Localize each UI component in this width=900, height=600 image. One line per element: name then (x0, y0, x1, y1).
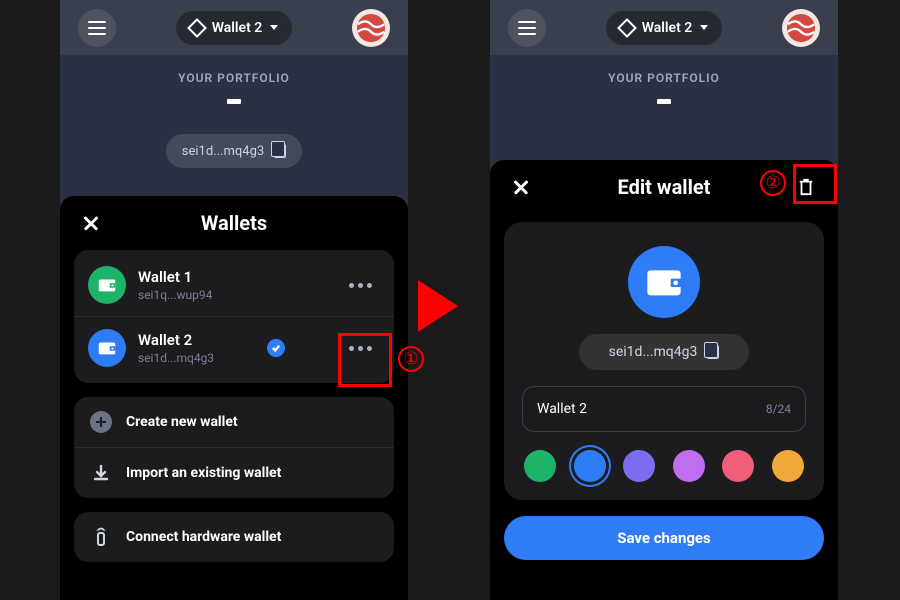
portfolio-value-placeholder (657, 99, 671, 104)
sheet-header: Edit wallet (504, 160, 824, 214)
address-pill[interactable]: sei1d...mq4g3 (579, 334, 749, 370)
tutorial-arrow-icon (418, 280, 458, 332)
wallet-row[interactable]: Wallet 1 sei1q...wup94 (74, 254, 394, 316)
wallet-more-button[interactable] (341, 275, 380, 296)
screen-wallets-list: Wallet 2 YOUR PORTFOLIO sei1d...mq4g3 Wa… (60, 0, 408, 600)
address-pill[interactable]: sei1d...mq4g3 (166, 134, 302, 168)
option-label: Connect hardware wallet (126, 529, 281, 545)
color-swatches (522, 450, 806, 482)
wallet-avatar-icon (88, 329, 126, 367)
connect-hardware-option[interactable]: Connect hardware wallet (74, 512, 394, 562)
sheet-header: Wallets (74, 196, 394, 250)
color-swatch[interactable] (722, 450, 754, 482)
diamond-icon (187, 18, 207, 38)
wallet-selector-label: Wallet 2 (212, 20, 263, 36)
hamburger-icon (88, 27, 106, 29)
delete-wallet-button[interactable] (796, 176, 816, 198)
download-icon (90, 462, 112, 484)
color-swatch[interactable] (524, 450, 556, 482)
portfolio-section: YOUR PORTFOLIO (490, 55, 838, 108)
save-label: Save changes (617, 529, 711, 547)
wallet-options-card: Create new wallet Import an existing wal… (74, 397, 394, 498)
create-wallet-option[interactable]: Create new wallet (74, 397, 394, 447)
wallet-name-value: Wallet 2 (537, 401, 587, 417)
copy-icon (707, 345, 719, 359)
option-label: Create new wallet (126, 414, 238, 430)
sheet-title: Edit wallet (504, 175, 824, 199)
import-wallet-option[interactable]: Import an existing wallet (74, 447, 394, 498)
topbar: Wallet 2 (490, 0, 838, 55)
portfolio-value-placeholder (227, 99, 241, 104)
option-label: Import an existing wallet (126, 465, 281, 481)
wallet-addr: sei1d...mq4g3 (138, 351, 214, 365)
wallet-avatar-icon (88, 266, 126, 304)
edit-card: sei1d...mq4g3 Wallet 2 8/24 (504, 222, 824, 500)
portfolio-label: YOUR PORTFOLIO (60, 71, 408, 85)
screen-edit-wallet: Wallet 2 YOUR PORTFOLIO Edit wallet sei1… (490, 0, 838, 600)
portfolio-label: YOUR PORTFOLIO (490, 71, 838, 85)
address-text: sei1d...mq4g3 (182, 144, 264, 159)
wallet-name: Wallet 1 (138, 268, 212, 286)
wallet-addr: sei1q...wup94 (138, 288, 212, 302)
char-count: 8/24 (766, 402, 791, 416)
app-logo (352, 9, 390, 47)
sheet-title: Wallets (74, 211, 394, 235)
menu-button[interactable] (508, 9, 546, 47)
wallet-selector[interactable]: Wallet 2 (176, 11, 293, 45)
hardware-option-card: Connect hardware wallet (74, 512, 394, 562)
color-swatch[interactable] (623, 450, 655, 482)
portfolio-section: YOUR PORTFOLIO sei1d...mq4g3 (60, 55, 408, 168)
wallet-more-button[interactable] (341, 338, 380, 359)
selected-check-icon (267, 339, 285, 357)
address-text: sei1d...mq4g3 (609, 344, 698, 360)
color-swatch[interactable] (574, 450, 606, 482)
copy-icon (274, 144, 286, 158)
wallet-list-card: Wallet 1 sei1q...wup94 Wallet 2 sei1d...… (74, 250, 394, 383)
chevron-down-icon (700, 25, 708, 30)
menu-button[interactable] (78, 9, 116, 47)
chevron-down-icon (270, 25, 278, 30)
wallet-row[interactable]: Wallet 2 sei1d...mq4g3 (74, 316, 394, 379)
wallet-selector-label: Wallet 2 (642, 20, 693, 36)
save-button[interactable]: Save changes (504, 516, 824, 560)
plus-icon (90, 411, 112, 433)
topbar: Wallet 2 (60, 0, 408, 55)
hamburger-icon (518, 27, 536, 29)
app-logo (782, 9, 820, 47)
close-icon[interactable] (82, 214, 100, 232)
diamond-icon (617, 18, 637, 38)
close-icon[interactable] (512, 178, 530, 196)
wallet-big-icon (628, 246, 700, 318)
wallet-name-input[interactable]: Wallet 2 8/24 (522, 386, 806, 432)
edit-wallet-sheet: Edit wallet sei1d...mq4g3 Wallet 2 8/24 (490, 160, 838, 600)
color-swatch[interactable] (673, 450, 705, 482)
color-swatch[interactable] (772, 450, 804, 482)
wallet-selector[interactable]: Wallet 2 (606, 11, 723, 45)
hardware-icon (90, 526, 112, 548)
wallet-name: Wallet 2 (138, 331, 214, 349)
wallets-sheet: Wallets Wallet 1 sei1q...wup94 Wallet 2 (60, 196, 408, 600)
